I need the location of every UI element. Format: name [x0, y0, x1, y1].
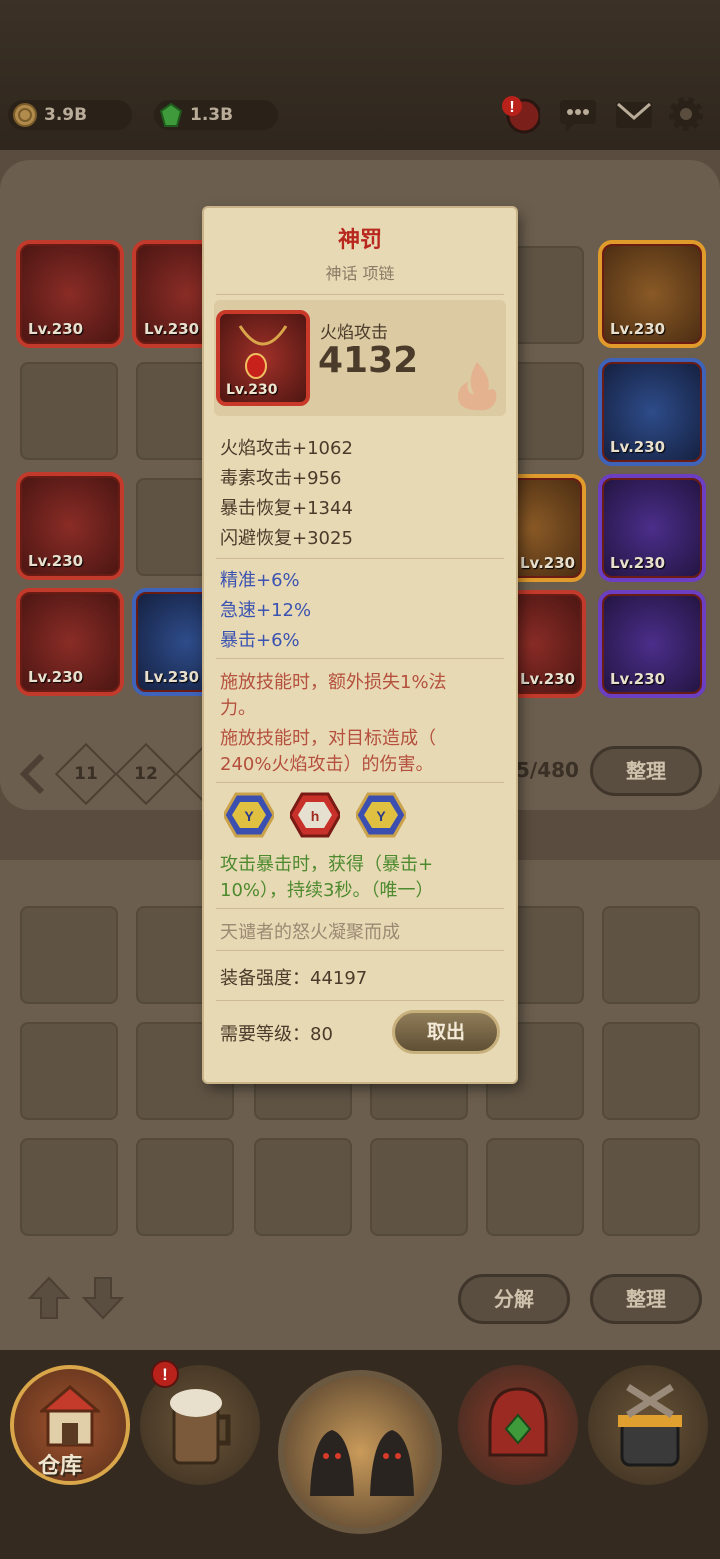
divider	[216, 950, 504, 951]
beer-mug-icon	[170, 1389, 231, 1465]
empty-slot[interactable]	[370, 1138, 468, 1236]
svg-text:!: !	[162, 1365, 168, 1384]
item-name: 神罚	[337, 228, 382, 253]
base-stat: 毒素攻击+956	[220, 468, 342, 489]
coin-icon	[13, 103, 37, 127]
divider	[216, 658, 504, 659]
inventory-item[interactable]: Lv.230	[16, 588, 124, 696]
nav-adventure[interactable]	[278, 1370, 442, 1534]
empty-slot[interactable]	[254, 1138, 352, 1236]
effect-line: 力。	[220, 698, 256, 719]
fire-icon	[458, 362, 497, 411]
bonus-stat: 精准+6%	[220, 570, 300, 591]
empty-slot[interactable]	[602, 1022, 700, 1120]
gold-amount: 3.9B	[44, 105, 88, 125]
inventory-item[interactable]: Lv.230	[598, 474, 706, 582]
base-stat: 暴击恢复+1344	[220, 498, 353, 519]
bonus-stat: 急速+12%	[220, 600, 312, 621]
effect-line: 施放技能时，额外损失1%法	[220, 672, 447, 693]
inventory-item[interactable]: Lv.230	[16, 472, 124, 580]
gem-effect-line: 攻击暴击时，获得（暴击+	[220, 854, 434, 875]
effect-line: 施放技能时，对目标造成（	[220, 728, 436, 749]
equipment-power: 装备强度：44197	[220, 968, 368, 989]
empty-slot[interactable]	[20, 1022, 118, 1120]
capacity-counter: 5/480	[516, 758, 579, 782]
empty-slot[interactable]	[602, 906, 700, 1004]
base-stat: 火焰攻击+1062	[220, 438, 353, 459]
divider	[216, 908, 504, 909]
decompose-button[interactable]: 分解	[458, 1274, 570, 1324]
ruby-necklace-icon	[238, 325, 288, 379]
nav-equipment[interactable]	[458, 1365, 578, 1485]
gold-counter: 3.9B	[8, 100, 132, 130]
chat-icon[interactable]	[558, 94, 598, 134]
green-gem-icon	[159, 102, 183, 127]
armor-helmet-icon	[488, 1387, 548, 1457]
alert-badge-icon: !	[151, 1360, 179, 1388]
divider	[216, 558, 504, 559]
inventory-item[interactable]: Lv.230	[598, 590, 706, 698]
svg-text:Y: Y	[376, 808, 386, 824]
gem-effect-line: 10%），持续3秒。（唯一）	[220, 880, 434, 901]
divider	[216, 782, 504, 783]
hooded-figures-icon	[310, 1430, 414, 1496]
prev-page-arrow-icon[interactable]	[18, 752, 48, 796]
red-gem-socket-icon: h	[290, 792, 340, 838]
gem-amount: 1.3B	[190, 105, 234, 125]
effect-line: 240%火焰攻击）的伤害。	[220, 754, 434, 775]
character-avatar-icon[interactable]: !	[500, 94, 540, 134]
empty-slot[interactable]	[136, 1138, 234, 1236]
forge-anvil-icon	[618, 1384, 682, 1467]
take-out-button[interactable]: 取出	[392, 1010, 500, 1054]
scroll-up-arrow-icon[interactable]	[28, 1276, 70, 1320]
base-stat: 闪避恢复+3025	[220, 528, 353, 549]
empty-slot[interactable]	[486, 1138, 584, 1236]
gear-icon[interactable]	[666, 94, 706, 134]
divider	[216, 1000, 504, 1001]
inventory-item[interactable]: Lv.230	[598, 240, 706, 348]
scroll-down-arrow-icon[interactable]	[82, 1276, 124, 1320]
level-requirement: 需要等级：80	[220, 1024, 333, 1045]
gem-counter: 1.3B	[154, 100, 278, 130]
item-rarity-type: 神话 项链	[325, 264, 395, 283]
necklace-item-icon: Lv.230	[216, 310, 310, 406]
empty-slot[interactable]	[20, 362, 118, 460]
empty-slot[interactable]	[20, 906, 118, 1004]
blue-gem-socket-icon: Y	[356, 792, 406, 838]
main-stat-value: 4132	[318, 340, 419, 381]
flavor-text: 天谴者的怒火凝聚而成	[220, 922, 400, 943]
svg-text:!: !	[509, 99, 514, 116]
warehouse-house-icon	[40, 1385, 100, 1447]
empty-slot[interactable]	[20, 1138, 118, 1236]
sort-button-bottom[interactable]: 整理	[590, 1274, 702, 1324]
empty-slot[interactable]	[602, 1138, 700, 1236]
nav-forge[interactable]	[588, 1365, 708, 1485]
nav-tavern[interactable]: !	[140, 1360, 260, 1485]
divider	[216, 294, 504, 295]
sort-button-top[interactable]: 整理	[590, 746, 702, 796]
mail-icon[interactable]	[614, 94, 654, 134]
blue-gem-socket-icon: Y	[224, 792, 274, 838]
svg-text:Y: Y	[244, 808, 254, 824]
bonus-stat: 暴击+6%	[220, 630, 300, 651]
svg-text:h: h	[311, 808, 320, 824]
nav-warehouse-label: 仓库	[38, 1454, 83, 1479]
inventory-item[interactable]: Lv.230	[598, 358, 706, 466]
inventory-item[interactable]: Lv.230	[16, 240, 124, 348]
